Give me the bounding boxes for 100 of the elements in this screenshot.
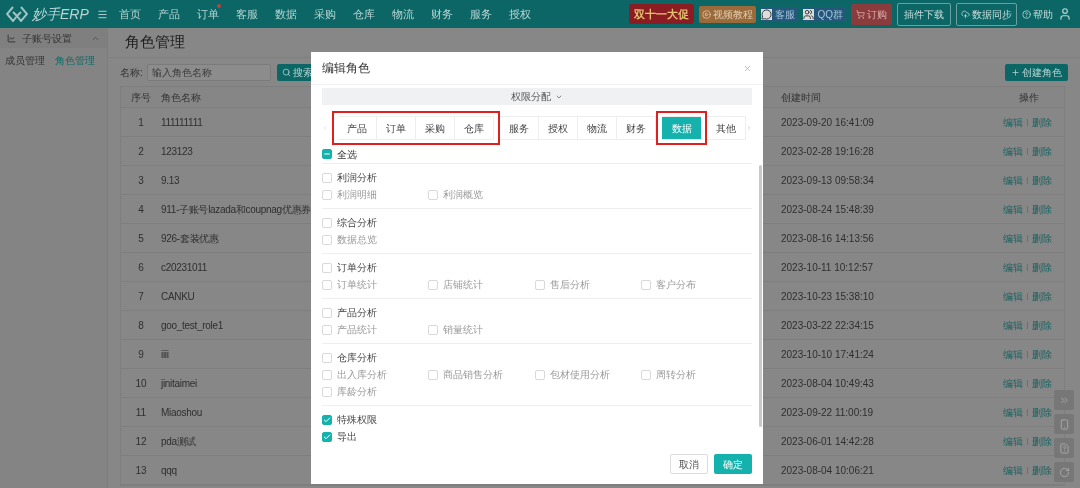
- option-label: 销量统计: [443, 323, 484, 337]
- phone-icon[interactable]: [1054, 414, 1074, 434]
- nav-item[interactable]: 物流: [383, 5, 422, 23]
- category-tab[interactable]: 产品: [332, 111, 377, 145]
- table-cell: 1: [138, 116, 144, 128]
- chart-icon: [7, 33, 16, 43]
- edit-link[interactable]: 编辑: [1003, 259, 1023, 275]
- nav-item[interactable]: 产品: [149, 5, 188, 23]
- nav-item[interactable]: 采购: [305, 5, 344, 23]
- group-label: 仓库分析: [337, 351, 377, 365]
- document-icon[interactable]: [1054, 438, 1074, 458]
- table-cell: 9: [138, 348, 144, 360]
- delete-link[interactable]: 删除: [1032, 114, 1052, 130]
- table-cell: 6: [138, 261, 144, 273]
- table-cell: 10: [135, 377, 147, 389]
- help-link[interactable]: 帮助: [1022, 6, 1053, 22]
- column-header: 创建时间: [781, 91, 821, 103]
- promo-banner[interactable]: 双十一大促: [629, 3, 695, 25]
- group-label: 综合分析: [337, 216, 377, 230]
- edit-link[interactable]: 编辑: [1003, 201, 1023, 217]
- option-label: 包材使用分析: [549, 368, 610, 382]
- option-label: 售后分析: [549, 278, 590, 292]
- search-field[interactable]: 输入角色名称: [146, 63, 271, 81]
- expand-icon[interactable]: [1054, 390, 1074, 410]
- edit-link[interactable]: 编辑: [1003, 404, 1023, 420]
- nav-item[interactable]: 服务: [461, 5, 500, 23]
- delete-link[interactable]: 删除: [1032, 143, 1052, 159]
- edit-link[interactable]: 编辑: [1003, 288, 1023, 304]
- option-label: 店铺统计: [443, 278, 484, 292]
- confirm-button[interactable]: 确定: [714, 454, 752, 474]
- table-cell: 2023-08-04 10:06:21: [781, 464, 874, 476]
- nav-item[interactable]: 订单: [188, 5, 227, 23]
- data-sync-button[interactable]: 数据同步: [956, 2, 1017, 26]
- delete-link[interactable]: 删除: [1032, 346, 1052, 362]
- table-cell: goo_test_role1: [161, 319, 223, 331]
- order-button[interactable]: 订购: [851, 3, 892, 25]
- edit-link[interactable]: 编辑: [1003, 143, 1023, 159]
- table-cell: 111111111: [161, 116, 203, 128]
- table-cell: c20231011: [161, 261, 208, 273]
- permission-section-bar[interactable]: 权限分配: [322, 88, 752, 105]
- edit-link[interactable]: 编辑: [1003, 433, 1023, 449]
- delete-link[interactable]: 删除: [1032, 201, 1052, 217]
- checkbox[interactable]: [322, 431, 332, 442]
- table-cell: Miaoshou: [161, 406, 202, 418]
- table-cell: 2023-06-01 14:42:28: [781, 435, 874, 447]
- sidebar-section-header[interactable]: 子账号设置: [0, 28, 107, 48]
- delete-link[interactable]: 删除: [1032, 230, 1052, 246]
- delete-link[interactable]: 删除: [1032, 433, 1052, 449]
- table-cell: 2023-09-22 11:00:19: [781, 406, 874, 418]
- table-cell: 2023-08-16 14:13:56: [781, 232, 874, 244]
- edit-link[interactable]: 编辑: [1003, 172, 1023, 188]
- nav-item[interactable]: 仓库: [344, 5, 383, 23]
- create-role-button[interactable]: 创建角色: [1005, 63, 1068, 81]
- nav-item[interactable]: 首页: [110, 5, 149, 23]
- delete-link[interactable]: 删除: [1032, 462, 1052, 478]
- select-all-label: 全选: [337, 147, 357, 162]
- plugin-download-button[interactable]: 插件下载: [897, 2, 951, 26]
- search-icon: [281, 67, 291, 77]
- delete-link[interactable]: 删除: [1032, 317, 1052, 333]
- dialog-title: 编辑角色: [322, 60, 370, 77]
- nav-item[interactable]: 财务: [422, 5, 461, 23]
- edit-link[interactable]: 编辑: [1003, 230, 1023, 246]
- qq-group-button[interactable]: QQ群: [803, 6, 846, 22]
- table-cell: qqq: [161, 464, 177, 476]
- table-cell: 2023-09-13 09:58:34: [781, 174, 874, 186]
- nav-item[interactable]: 客服: [227, 5, 266, 23]
- option-label: 利润概览: [443, 188, 484, 202]
- category-tab[interactable]: 仓库: [455, 111, 500, 145]
- cancel-button[interactable]: 取消: [670, 454, 708, 474]
- sidebar-item[interactable]: 成员管理: [5, 53, 45, 68]
- refresh-icon[interactable]: [1054, 462, 1074, 482]
- edit-link[interactable]: 编辑: [1003, 346, 1023, 362]
- option-label: 利润明细: [337, 188, 377, 202]
- checkbox[interactable]: [322, 149, 332, 159]
- video-tutorial-button[interactable]: 视频教程: [699, 5, 757, 23]
- edit-link[interactable]: 编辑: [1003, 317, 1023, 333]
- table-cell: 3: [138, 174, 144, 186]
- scroll-right-icon[interactable]: [746, 124, 752, 132]
- nav-item[interactable]: 数据: [266, 5, 305, 23]
- user-avatar-icon[interactable]: [1058, 7, 1072, 21]
- table-cell: 926-套装优惠: [161, 232, 219, 244]
- edit-link[interactable]: 编辑: [1003, 462, 1023, 478]
- table-cell: 9.13: [161, 174, 180, 186]
- menu-icon[interactable]: [96, 8, 108, 20]
- category-tab[interactable]: 数据: [656, 111, 707, 145]
- edit-link[interactable]: 编辑: [1003, 114, 1023, 130]
- search-label: 名称:: [120, 65, 143, 80]
- delete-link[interactable]: 删除: [1032, 375, 1052, 391]
- close-icon[interactable]: [743, 63, 752, 73]
- scrollbar[interactable]: [759, 165, 762, 427]
- option-label: 导出: [337, 430, 357, 444]
- checkbox[interactable]: [322, 414, 332, 425]
- delete-link[interactable]: 删除: [1032, 172, 1052, 188]
- edit-link[interactable]: 编辑: [1003, 375, 1023, 391]
- delete-link[interactable]: 删除: [1032, 288, 1052, 304]
- delete-link[interactable]: 删除: [1032, 259, 1052, 275]
- nav-item[interactable]: 授权: [500, 5, 539, 23]
- delete-link[interactable]: 删除: [1032, 404, 1052, 420]
- group-label: 订单分析: [337, 261, 377, 275]
- customer-service-button[interactable]: 客服: [761, 6, 799, 22]
